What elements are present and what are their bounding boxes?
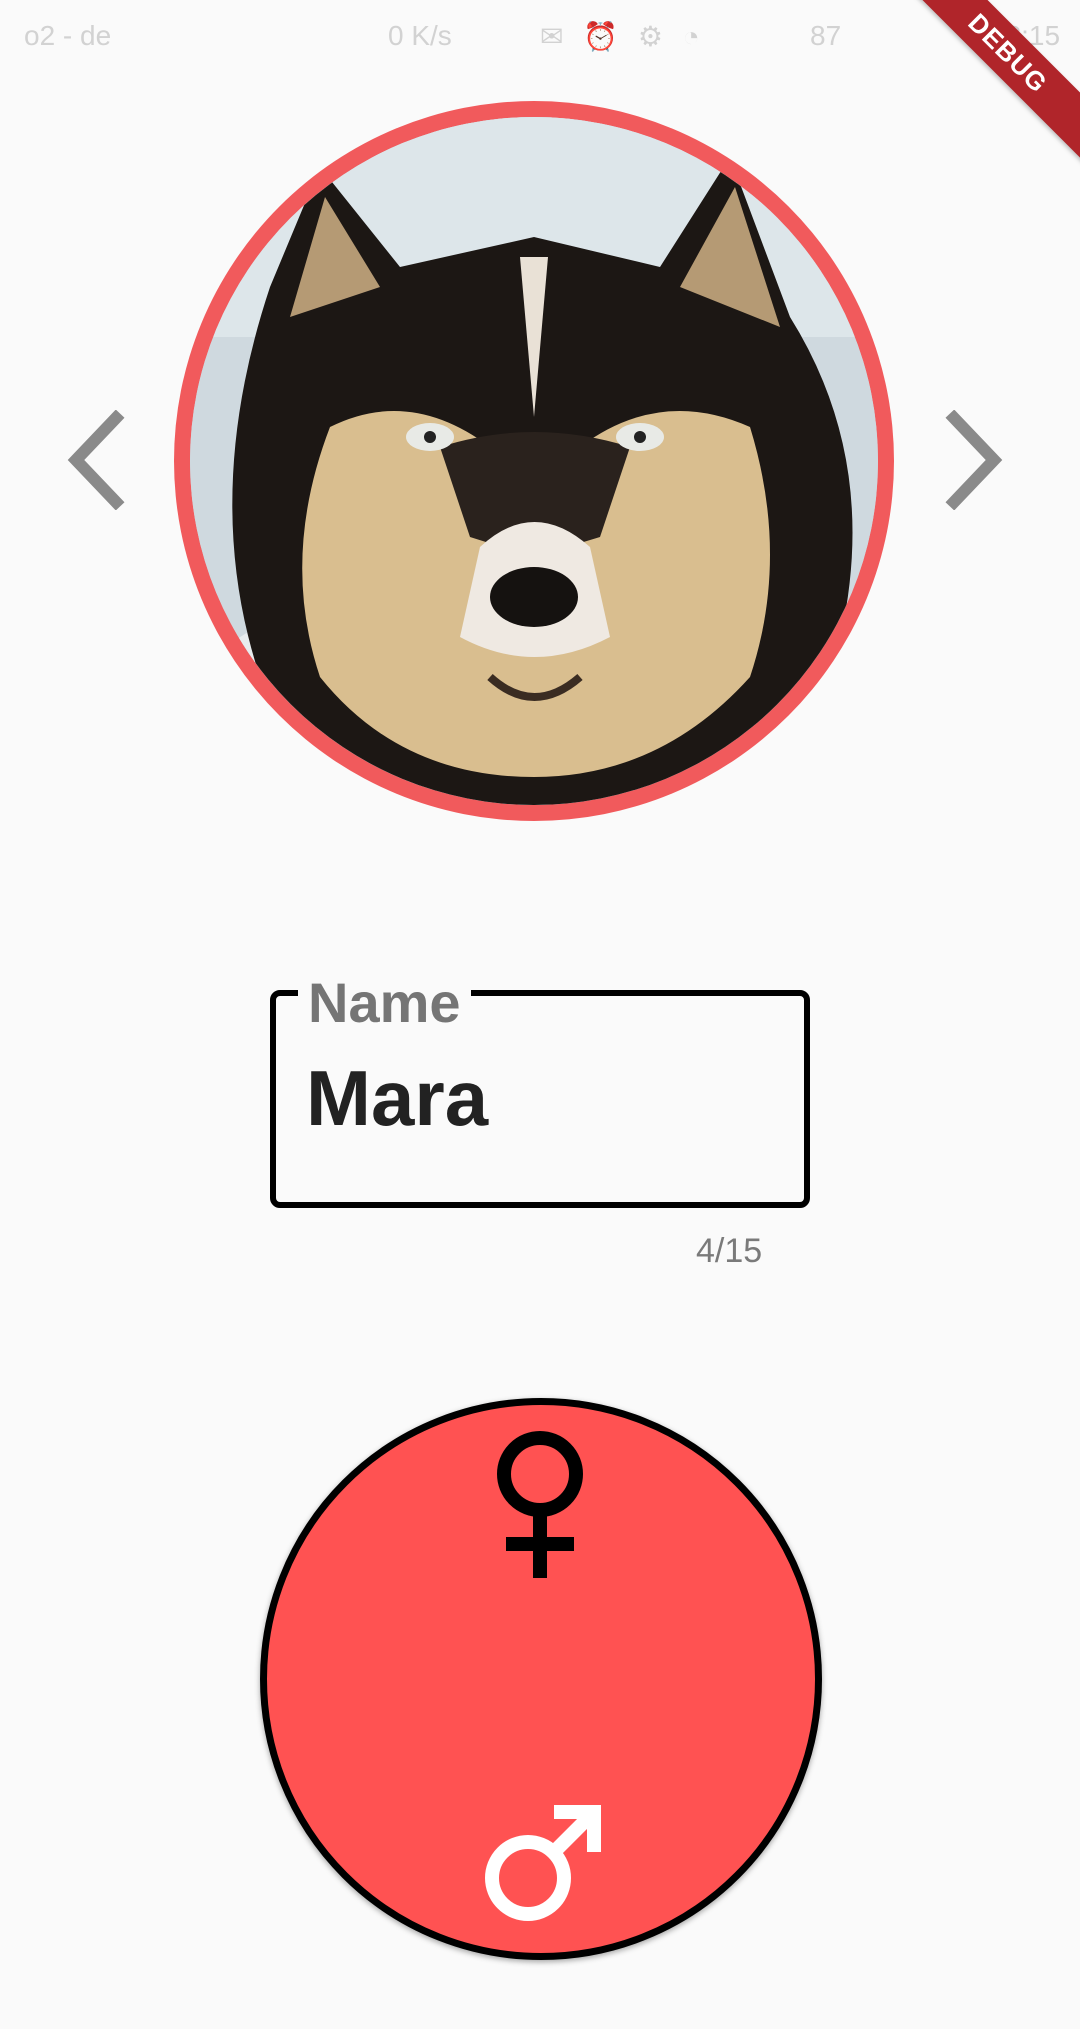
next-photo-button[interactable] <box>932 409 1012 511</box>
female-icon <box>497 1431 583 1578</box>
profile-photo[interactable] <box>190 117 878 805</box>
status-icons: ✉ ⏰ ⚙ ◔ <box>540 21 706 52</box>
status-bar: o2 - de 0 K/s ✉ ⏰ ⚙ ◔ 87 18:15 <box>0 0 1080 72</box>
previous-photo-button[interactable] <box>58 409 138 511</box>
husky-photo <box>190 117 878 805</box>
profile-photo-frame <box>174 101 894 821</box>
chevron-left-icon <box>67 409 125 511</box>
male-icon <box>485 1805 601 1921</box>
chevron-right-icon <box>945 409 1003 511</box>
name-input-value[interactable]: Mara <box>306 1050 488 1146</box>
carrier-text: o2 - de <box>24 20 112 51</box>
name-field-label: Name <box>298 970 471 1036</box>
battery-level: 87 <box>810 20 842 51</box>
character-counter: 4/15 <box>696 1232 763 1270</box>
network-speed: 0 K/s <box>388 20 452 51</box>
